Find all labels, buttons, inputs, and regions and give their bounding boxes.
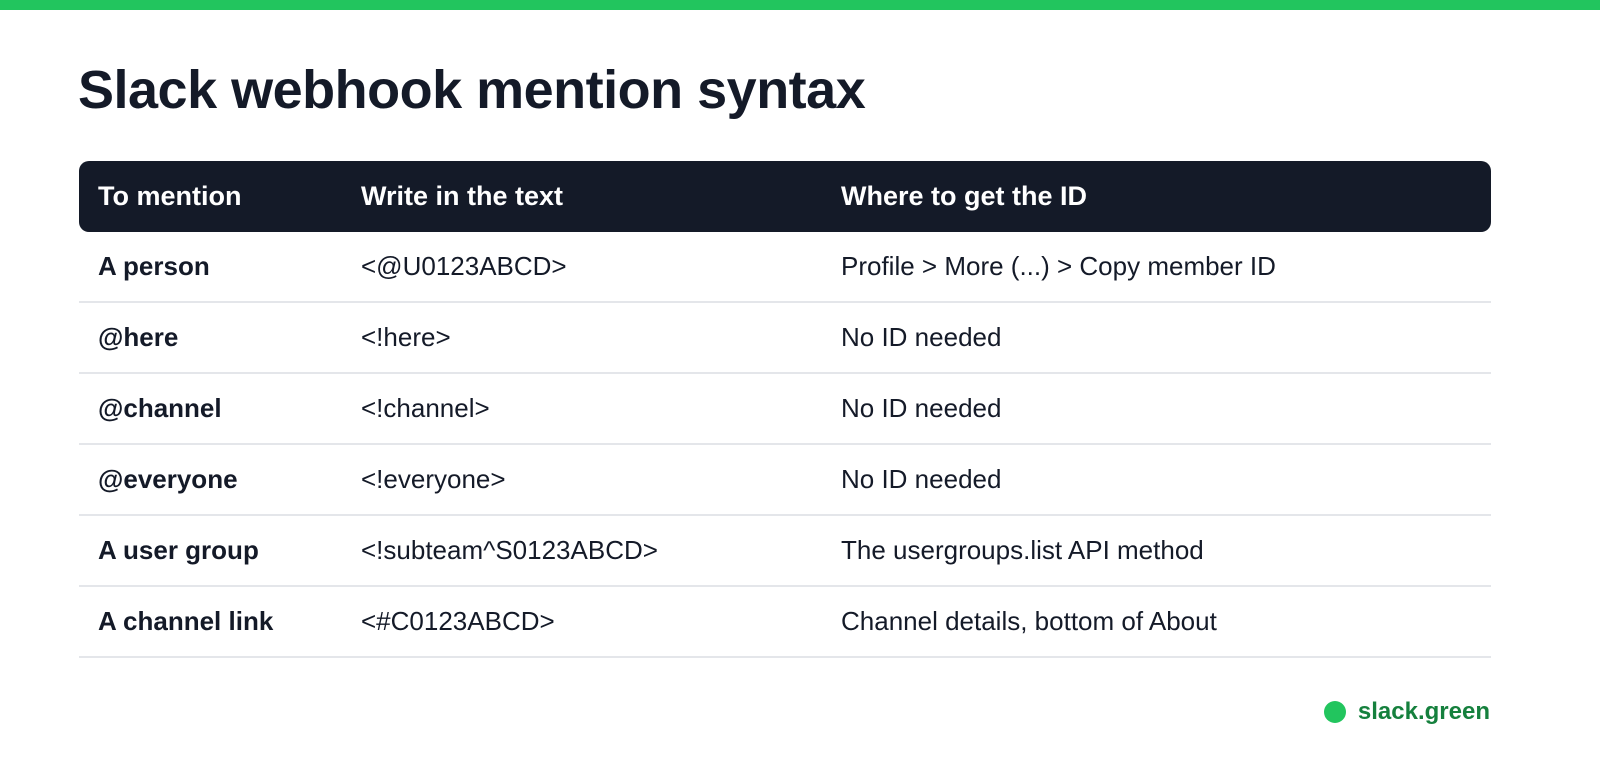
syntax-cell: <!everyone> [361, 464, 506, 494]
table-row: @here <!here> No ID needed [79, 303, 1491, 374]
id-source-cell: No ID needed [841, 322, 1002, 352]
syntax-cell: <!channel> [361, 393, 490, 423]
syntax-cell: <!here> [361, 322, 451, 352]
id-source-cell: The usergroups.list API method [841, 535, 1204, 565]
syntax-cell: <!subteam^S0123ABCD> [361, 535, 658, 565]
syntax-cell: <@U0123ABCD> [361, 251, 567, 281]
brand-name: slack.green [1357, 698, 1490, 725]
syntax-cell: <#C0123ABCD> [361, 606, 555, 636]
header-write-in-text: Write in the text [361, 181, 564, 211]
header-to-mention: To mention [98, 181, 242, 211]
mention-syntax-table: To mention Write in the text Where to ge… [79, 161, 1491, 658]
id-source-cell: Channel details, bottom of About [841, 606, 1217, 636]
mention-target-cell: @channel [98, 393, 222, 423]
header-where-to-get-id: Where to get the ID [841, 181, 1088, 211]
table-row: A channel link <#C0123ABCD> Channel deta… [79, 587, 1491, 658]
table-row: @channel <!channel> No ID needed [79, 374, 1491, 445]
table-header: To mention Write in the text Where to ge… [79, 161, 1491, 232]
mention-target-cell: @here [98, 322, 179, 352]
mention-target-cell: A channel link [98, 606, 274, 636]
id-source-cell: No ID needed [841, 464, 1002, 494]
mention-target-cell: A person [98, 251, 210, 281]
table-row: A user group <!subteam^S0123ABCD> The us… [79, 516, 1491, 587]
mention-target-cell: @everyone [98, 464, 238, 494]
mention-target-cell: A user group [98, 535, 259, 565]
table-row: @everyone <!everyone> No ID needed [79, 445, 1491, 516]
green-dot-icon [1323, 701, 1346, 723]
page-title: Slack webhook mention syntax [78, 60, 866, 120]
brand-footer: slack.green [1323, 698, 1490, 726]
id-source-cell: Profile > More (...) > Copy member ID [841, 251, 1276, 281]
top-accent-bar [0, 0, 1600, 10]
id-source-cell: No ID needed [841, 393, 1002, 423]
table-row: A person <@U0123ABCD> Profile > More (..… [79, 232, 1491, 303]
